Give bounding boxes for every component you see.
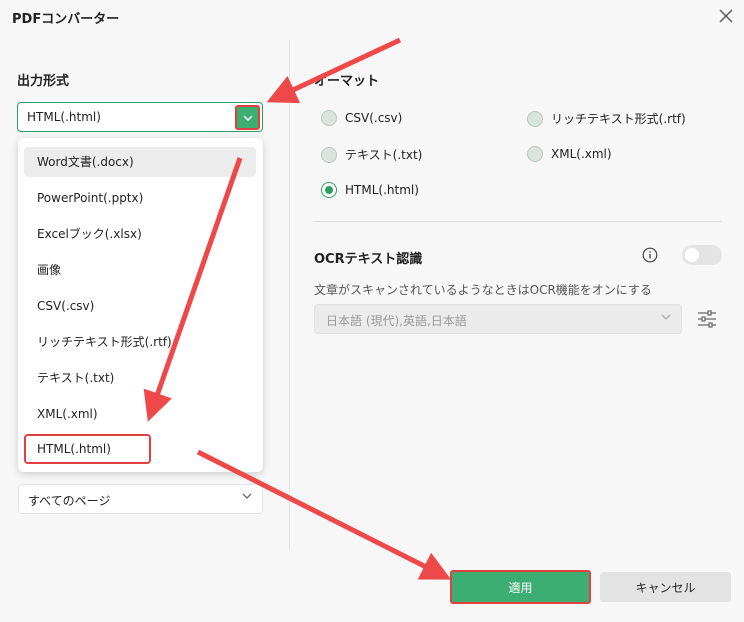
- dropdown-item-csv[interactable]: CSV(.csv): [24, 291, 256, 321]
- radio-label: HTML(.html): [345, 183, 419, 197]
- chevron-down-icon: [242, 114, 253, 121]
- radio-label: CSV(.csv): [345, 111, 403, 125]
- dropdown-item-rtf[interactable]: リッチテキスト形式(.rtf): [24, 327, 256, 357]
- dropdown-item-word[interactable]: Word文書(.docx): [24, 147, 256, 177]
- radio-button[interactable]: [321, 146, 337, 163]
- window-title: PDFコンバーター: [12, 12, 120, 27]
- chevron-down-icon: [661, 314, 671, 320]
- section-divider: [314, 221, 722, 222]
- radio-xml[interactable]: XML(.xml): [527, 146, 612, 162]
- info-icon[interactable]: [642, 247, 658, 263]
- dropdown-item-image[interactable]: 画像: [24, 255, 256, 285]
- radio-button[interactable]: [527, 110, 543, 127]
- dropdown-item-powerpoint[interactable]: PowerPoint(.pptx): [24, 183, 256, 213]
- output-format-select[interactable]: HTML(.html): [17, 102, 263, 132]
- radio-button[interactable]: [321, 110, 337, 126]
- radio-txt[interactable]: テキスト(.txt): [321, 146, 422, 163]
- page-range-select[interactable]: すべてのページ: [18, 484, 263, 514]
- dropdown-item-html[interactable]: HTML(.html): [24, 434, 151, 464]
- ocr-language-select[interactable]: 日本語 (現代),英語,日本語: [314, 304, 682, 334]
- panel-divider: [289, 40, 290, 550]
- output-format-dropdown-list: Word文書(.docx) PowerPoint(.pptx) Excelブック…: [18, 138, 263, 472]
- close-button[interactable]: [714, 4, 738, 28]
- ocr-toggle[interactable]: [682, 245, 722, 265]
- chevron-down-icon: [242, 493, 252, 499]
- output-format-dropdown-button[interactable]: [235, 105, 260, 130]
- close-icon: [719, 9, 733, 23]
- radio-label: リッチテキスト形式(.rtf): [551, 112, 686, 126]
- page-range-value: すべてのページ: [28, 494, 111, 508]
- radio-html[interactable]: HTML(.html): [321, 182, 419, 198]
- format-heading: オーマット: [314, 74, 380, 89]
- sliders-icon[interactable]: [697, 309, 717, 329]
- radio-label: XML(.xml): [551, 147, 612, 161]
- output-format-label: 出力形式: [17, 74, 70, 89]
- ocr-description: 文章がスキャンされているようなときはOCR機能をオンにする: [314, 283, 652, 297]
- ocr-language-value: 日本語 (現代),英語,日本語: [326, 314, 467, 328]
- radio-rtf[interactable]: リッチテキスト形式(.rtf): [527, 110, 686, 127]
- radio-label: テキスト(.txt): [345, 148, 423, 162]
- radio-csv[interactable]: CSV(.csv): [321, 110, 402, 126]
- ocr-heading: OCRテキスト認識: [314, 252, 423, 267]
- radio-button[interactable]: [527, 146, 543, 162]
- output-format-value: HTML(.html): [27, 110, 101, 124]
- dropdown-item-xml[interactable]: XML(.xml): [24, 399, 256, 429]
- radio-button-selected[interactable]: [321, 182, 337, 198]
- dropdown-item-txt[interactable]: テキスト(.txt): [24, 363, 256, 393]
- toggle-knob: [685, 248, 699, 262]
- dropdown-item-excel[interactable]: Excelブック(.xlsx): [24, 219, 256, 249]
- apply-button[interactable]: 適用: [450, 570, 591, 604]
- cancel-button[interactable]: キャンセル: [600, 572, 731, 602]
